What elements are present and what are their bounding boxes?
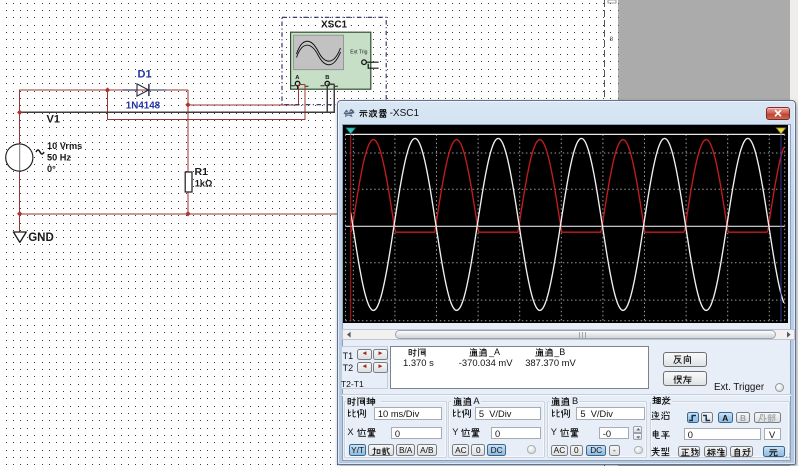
svg-text:V1: V1 bbox=[47, 114, 60, 126]
svg-text:XSC1: XSC1 bbox=[321, 19, 348, 30]
svg-text:B: B bbox=[325, 75, 329, 81]
svg-text:R1: R1 bbox=[195, 166, 209, 178]
svg-text:1N4148: 1N4148 bbox=[126, 101, 161, 112]
svg-text:0°: 0° bbox=[47, 164, 56, 174]
svg-text:Ext Trig: Ext Trig bbox=[350, 50, 367, 56]
svg-text:D1: D1 bbox=[138, 69, 152, 81]
svg-text:GND: GND bbox=[28, 232, 54, 244]
svg-text:50 Hz: 50 Hz bbox=[47, 152, 71, 162]
svg-text:10 Vrms: 10 Vrms bbox=[47, 141, 82, 151]
svg-text:1kΩ: 1kΩ bbox=[195, 178, 213, 188]
